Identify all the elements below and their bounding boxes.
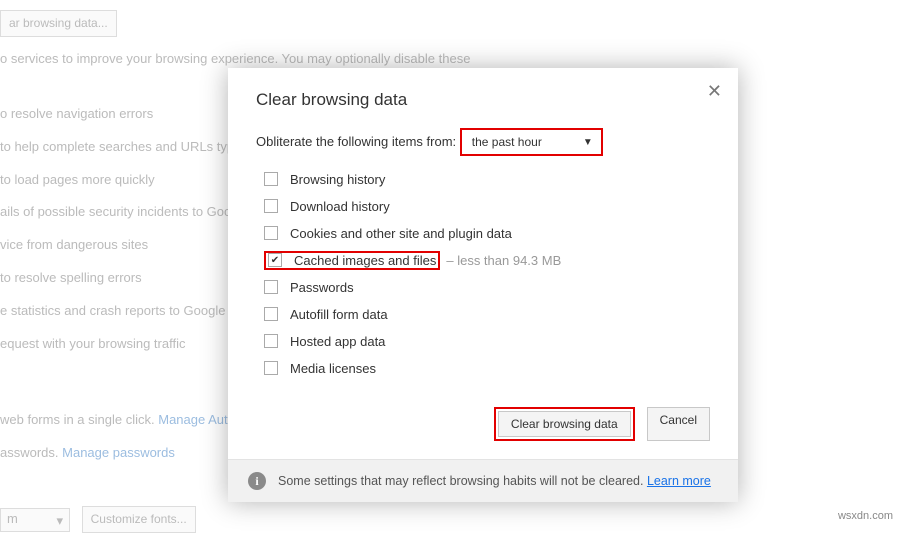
manage-passwords-link: Manage passwords <box>62 445 175 460</box>
checkbox[interactable] <box>264 334 278 348</box>
checkbox[interactable] <box>268 253 282 267</box>
close-icon[interactable]: ✕ <box>707 82 722 100</box>
checkbox-row-passwords[interactable]: Passwords <box>264 276 710 298</box>
checkbox-row-media[interactable]: Media licenses <box>264 357 710 379</box>
checkbox[interactable] <box>264 361 278 375</box>
checkbox-label: Cookies and other site and plugin data <box>290 226 512 241</box>
clear-browsing-data-dialog: ✕ Clear browsing data Obliterate the fol… <box>228 68 738 502</box>
cancel-button[interactable]: Cancel <box>647 407 710 441</box>
highlight-box: Clear browsing data <box>494 407 635 441</box>
checkbox-label: Cached images and files <box>294 253 436 268</box>
checkbox-label: Download history <box>290 199 390 214</box>
dialog-title: Clear browsing data <box>256 90 710 110</box>
info-icon: i <box>248 472 266 490</box>
cached-size-label: – less than 94.3 MB <box>446 253 561 268</box>
time-range-select[interactable]: the past hour ▼ <box>464 131 599 153</box>
checkbox-label: Browsing history <box>290 172 385 187</box>
bg-font-select: m <box>0 508 70 532</box>
obliterate-label: Obliterate the following items from: <box>256 134 456 149</box>
checkbox-row-cookies[interactable]: Cookies and other site and plugin data <box>264 222 710 244</box>
bg-customize-fonts-button: Customize fonts... <box>82 506 196 533</box>
watermark-text: wsxdn.com <box>838 510 893 522</box>
learn-more-link[interactable]: Learn more <box>647 474 711 488</box>
checkbox[interactable] <box>264 199 278 213</box>
highlight-box: the past hour ▼ <box>460 128 603 156</box>
checkbox-label: Passwords <box>290 280 354 295</box>
checkbox-row-cached[interactable]: Cached images and files – less than 94.3… <box>264 249 710 271</box>
checkbox-row-download-history[interactable]: Download history <box>264 195 710 217</box>
checkbox[interactable] <box>264 280 278 294</box>
checkbox[interactable] <box>264 307 278 321</box>
bg-text: o services to improve your browsing expe… <box>0 49 899 70</box>
dialog-footer: i Some settings that may reflect browsin… <box>228 459 738 502</box>
checkbox-label: Autofill form data <box>290 307 388 322</box>
time-range-value: the past hour <box>472 135 542 149</box>
checkbox[interactable] <box>264 226 278 240</box>
checkbox[interactable] <box>264 172 278 186</box>
checkbox-label: Media licenses <box>290 361 376 376</box>
chevron-down-icon: ▼ <box>583 137 593 148</box>
bg-text: web forms in a single click. <box>0 412 158 427</box>
checkbox-row-hosted[interactable]: Hosted app data <box>264 330 710 352</box>
clear-browsing-data-button[interactable]: Clear browsing data <box>498 411 631 437</box>
bg-text: asswords. <box>0 445 62 460</box>
footer-text: Some settings that may reflect browsing … <box>278 474 647 488</box>
checkbox-label: Hosted app data <box>290 334 385 349</box>
highlight-box: Cached images and files <box>264 251 440 270</box>
bg-clear-data-button: ar browsing data... <box>0 10 117 37</box>
checkbox-row-browsing-history[interactable]: Browsing history <box>264 168 710 190</box>
checkbox-row-autofill[interactable]: Autofill form data <box>264 303 710 325</box>
